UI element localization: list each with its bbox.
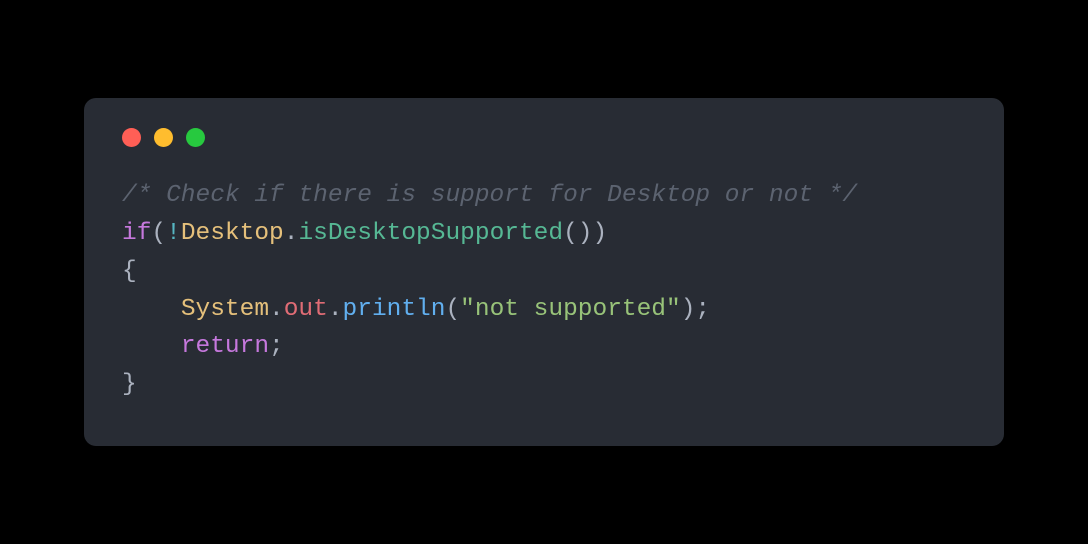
dot: . — [284, 220, 299, 247]
operator-not: ! — [166, 220, 181, 247]
parens: () — [563, 220, 592, 247]
minimize-icon[interactable] — [154, 128, 173, 147]
traffic-lights — [122, 128, 966, 147]
paren-open: ( — [445, 296, 460, 323]
paren-close: ) — [681, 296, 696, 323]
method-println: println — [343, 296, 446, 323]
brace-close: } — [122, 371, 137, 398]
code-window: /* Check if there is support for Desktop… — [84, 98, 1004, 447]
class-system: System — [181, 296, 269, 323]
paren-close: ) — [593, 220, 608, 247]
brace-open: { — [122, 258, 137, 285]
semicolon: ; — [695, 296, 710, 323]
keyword-return: return — [181, 333, 269, 360]
keyword-if: if — [122, 220, 151, 247]
dot: . — [328, 296, 343, 323]
maximize-icon[interactable] — [186, 128, 205, 147]
string-literal: "not supported" — [460, 296, 681, 323]
method-isdesktopsupported: isDesktopSupported — [298, 220, 563, 247]
indent — [122, 296, 181, 323]
dot: . — [269, 296, 284, 323]
close-icon[interactable] — [122, 128, 141, 147]
indent — [122, 333, 181, 360]
code-block: /* Check if there is support for Desktop… — [122, 177, 966, 405]
paren-open: ( — [151, 220, 166, 247]
class-desktop: Desktop — [181, 220, 284, 247]
semicolon: ; — [269, 333, 284, 360]
code-comment: /* Check if there is support for Desktop… — [122, 182, 857, 209]
property-out: out — [284, 296, 328, 323]
